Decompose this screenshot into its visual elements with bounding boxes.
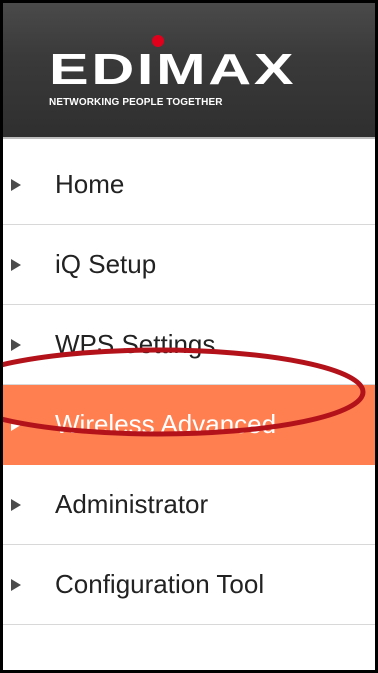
sidebar-item-label: Home: [55, 169, 125, 199]
triangle-right-icon: [11, 579, 21, 591]
triangle-right-icon: [11, 419, 21, 431]
sidebar-item-label: Wireless Advanced: [55, 409, 277, 439]
sidebar-item-label: iQ Setup: [55, 249, 157, 279]
brand-header: EDIMAX NETWORKING PEOPLE TOGETHER: [3, 3, 375, 139]
triangle-right-icon: [11, 179, 21, 191]
edimax-logo: EDIMAX NETWORKING PEOPLE TOGETHER: [46, 35, 316, 115]
router-sidebar-frame: EDIMAX NETWORKING PEOPLE TOGETHER Home i…: [0, 0, 378, 673]
sidebar-item-configuration-tool[interactable]: Configuration Tool: [3, 545, 375, 625]
sidebar-item-wireless-advanced[interactable]: Wireless Advanced: [3, 385, 375, 465]
triangle-right-icon: [11, 339, 21, 351]
sidebar-item-wps-settings[interactable]: WPS Settings: [3, 305, 375, 385]
triangle-right-icon: [11, 259, 21, 271]
logo-tagline: NETWORKING PEOPLE TOGETHER: [49, 97, 223, 108]
sidebar-menu: Home iQ Setup WPS Settings Wireless Adva…: [3, 145, 375, 625]
sidebar-item-home[interactable]: Home: [3, 145, 375, 225]
sidebar-item-administrator[interactable]: Administrator: [3, 465, 375, 545]
sidebar-item-label: WPS Settings: [55, 329, 216, 359]
sidebar-item-iq-setup[interactable]: iQ Setup: [3, 225, 375, 305]
sidebar-item-label: Administrator: [55, 489, 209, 519]
sidebar-item-label: Configuration Tool: [55, 569, 265, 599]
triangle-right-icon: [11, 499, 21, 511]
logo-wordmark: EDIMAX: [49, 45, 297, 94]
